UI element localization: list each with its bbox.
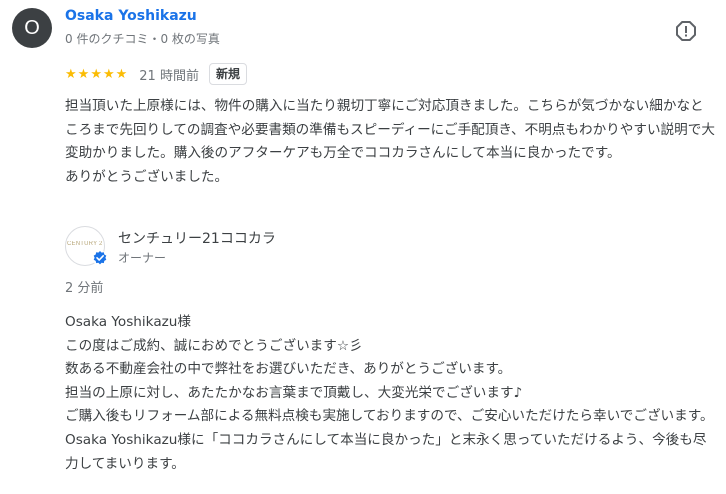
star-icon: ★ <box>65 66 77 82</box>
reviewer-name[interactable]: Osaka Yoshikazu <box>65 8 197 24</box>
alert-icon <box>676 21 696 41</box>
review-text: 担当頂いた上原様には、物件の購入に当たり親切丁寧にご対応頂きました。こちらが気づ… <box>65 98 715 185</box>
owner-name: センチュリー21ココカラ <box>118 231 276 247</box>
owner-response-text: Osaka Yoshikazu様 この度はご成約、誠におめでとうございます☆彡 … <box>65 314 714 472</box>
star-icon: ★ <box>102 66 115 82</box>
star-icon: ★ <box>115 66 128 82</box>
response-time: 2 分前 <box>65 281 104 296</box>
review-time: 21 時間前 <box>139 68 199 84</box>
rating-row: ★ ★ ★ ★ ★ 21 時間前 新規 <box>65 62 247 86</box>
star-icon: ★ <box>90 66 102 82</box>
star-icon: ★ <box>77 66 90 82</box>
report-review-button[interactable] <box>675 20 697 42</box>
reviewer-meta: 0 件のクチコミ・0 枚の写真 <box>65 32 220 46</box>
owner-logo-text: CENTURY 21 <box>67 241 103 247</box>
reviewer-avatar[interactable]: O <box>12 8 52 48</box>
verified-check-icon <box>92 250 108 266</box>
star-rating: ★ ★ ★ ★ ★ <box>65 68 127 81</box>
new-badge: 新規 <box>208 63 247 85</box>
owner-role: オーナー <box>118 251 167 265</box>
